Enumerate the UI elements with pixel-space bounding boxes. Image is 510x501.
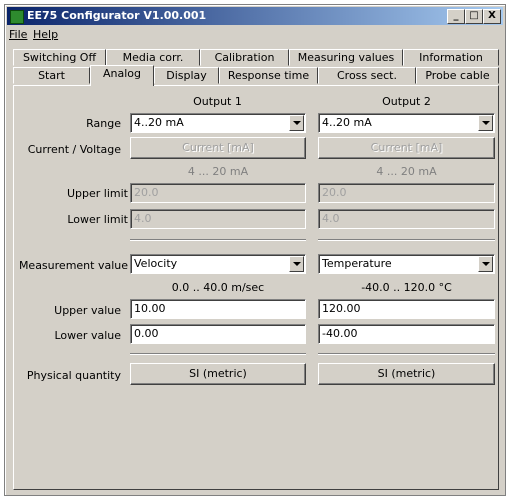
output2-separator-2	[318, 353, 495, 355]
output1-range-value: 4..20 mA	[134, 116, 184, 129]
menu-help[interactable]: Help	[33, 28, 58, 41]
tab-row-back: Switching Off Media corr. Calibration Me…	[13, 49, 499, 67]
output2-header: Output 2	[382, 95, 431, 108]
tab-analog[interactable]: Analog	[90, 65, 154, 86]
output2-measurement-value: Temperature	[322, 257, 392, 270]
output1-measurement-value: Velocity	[134, 257, 178, 270]
configurator-window: EE75 Configurator V1.00.001 _ □ X File H…	[4, 4, 506, 496]
output1-header: Output 1	[193, 95, 242, 108]
output2-separator	[318, 239, 495, 241]
maximize-button[interactable]: □	[465, 9, 483, 24]
output2-current-range: 4 ... 20 mA	[376, 165, 437, 178]
app-icon	[10, 10, 24, 24]
close-button[interactable]: X	[483, 9, 501, 24]
tab-start[interactable]: Start	[13, 67, 90, 84]
tab-media-corr[interactable]: Media corr.	[106, 49, 200, 66]
chevron-down-icon[interactable]	[478, 256, 493, 272]
output1-separator-2	[130, 353, 306, 355]
output1-physical-quantity-button[interactable]: SI (metric)	[130, 363, 306, 385]
current-voltage-label: Current / Voltage	[27, 143, 121, 156]
output2-range-select[interactable]: 4..20 mA	[318, 113, 495, 133]
tab-row-front: Start Analog Display Response time Cross…	[13, 65, 499, 86]
output1-range-select[interactable]: 4..20 mA	[130, 113, 306, 133]
output1-current-range: 4 ... 20 mA	[187, 165, 249, 178]
tab-calibration[interactable]: Calibration	[200, 49, 289, 66]
output1-lower-limit-field[interactable]: 4.0	[130, 209, 306, 229]
menu-help-label: Help	[33, 28, 59, 41]
upper-limit-label: Upper limit	[67, 187, 128, 200]
lower-value-label: Lower value	[54, 329, 122, 342]
output2-upper-limit-field[interactable]: 20.0	[318, 183, 495, 203]
chevron-down-icon[interactable]	[289, 256, 304, 272]
menu-file[interactable]: File	[9, 28, 27, 41]
output2-current-button[interactable]: Current [mA]	[318, 137, 495, 159]
tab-measuring-values[interactable]: Measuring values	[289, 49, 403, 66]
output2-physical-quantity-button[interactable]: SI (metric)	[318, 363, 495, 385]
output1-value-range: 0.0 .. 40.0 m/sec	[171, 281, 265, 294]
output2-lower-limit-field[interactable]: 4.0	[318, 209, 495, 229]
title-bar[interactable]: EE75 Configurator V1.00.001 _ □ X	[7, 7, 503, 25]
tab-response-time[interactable]: Response time	[219, 67, 318, 84]
tab-information[interactable]: Information	[403, 49, 499, 66]
output2-range-value: 4..20 mA	[322, 116, 372, 129]
tab-switching-off[interactable]: Switching Off	[13, 49, 106, 66]
window-title: EE75 Configurator V1.00.001	[27, 9, 207, 22]
measurement-value-label: Measurement value	[18, 259, 128, 272]
range-label: Range	[86, 117, 121, 130]
chevron-down-icon[interactable]	[289, 115, 304, 131]
menu-file-label: File	[9, 28, 28, 41]
upper-value-label: Upper value	[54, 304, 121, 317]
output1-upper-limit-field[interactable]: 20.0	[130, 183, 306, 203]
chevron-down-icon[interactable]	[478, 115, 493, 131]
output1-upper-value-field[interactable]: 10.00	[130, 299, 306, 319]
output1-lower-value-field[interactable]: 0.00	[130, 324, 306, 344]
output1-separator	[130, 239, 306, 241]
output1-current-button[interactable]: Current [mA]	[130, 137, 306, 159]
physical-quantity-label: Physical quantity	[26, 369, 121, 382]
tab-cross-sect[interactable]: Cross sect.	[318, 67, 416, 84]
output2-value-range: -40.0 .. 120.0 °C	[361, 281, 452, 294]
output2-upper-value-field[interactable]: 120.00	[318, 299, 495, 319]
tab-probe-cable[interactable]: Probe cable	[416, 67, 499, 84]
minimize-button[interactable]: _	[447, 9, 465, 24]
tab-display[interactable]: Display	[154, 67, 219, 84]
output2-measurement-select[interactable]: Temperature	[318, 254, 495, 274]
output1-measurement-select[interactable]: Velocity	[130, 254, 306, 274]
lower-limit-label: Lower limit	[67, 213, 128, 226]
menu-bar: File Help	[7, 26, 503, 44]
output2-lower-value-field[interactable]: -40.00	[318, 324, 495, 344]
